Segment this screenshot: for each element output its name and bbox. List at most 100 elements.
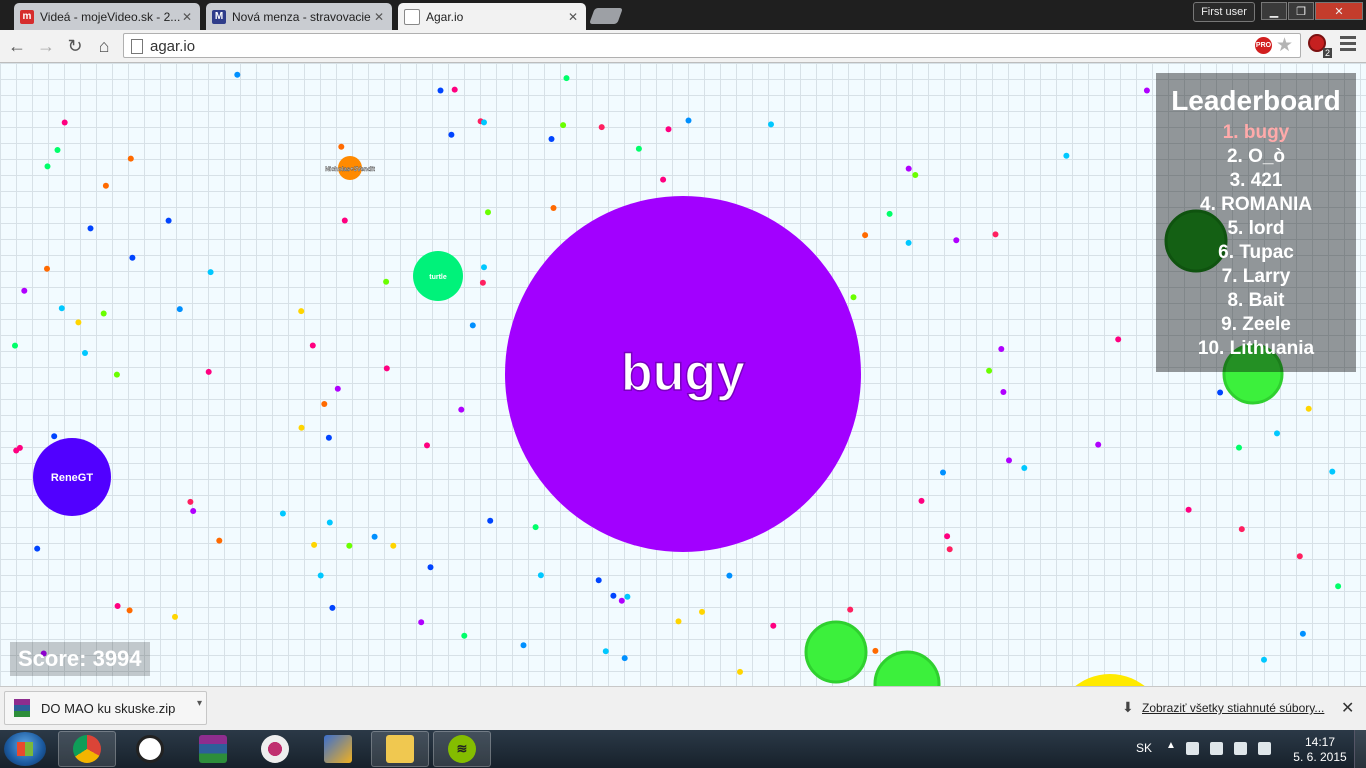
home-icon[interactable]: ⌂: [92, 34, 116, 58]
adblock-extension-icon[interactable]: 2: [1308, 34, 1332, 58]
food-pellet: [595, 577, 602, 584]
profile-button[interactable]: First user: [1193, 2, 1255, 22]
food-pellet: [532, 524, 539, 531]
food-pellet: [1021, 465, 1028, 471]
tab-close-icon[interactable]: ✕: [372, 10, 386, 24]
food-pellet: [12, 342, 18, 349]
food-pellet: [944, 533, 951, 540]
food-pellet: [886, 210, 893, 217]
flag-icon[interactable]: [1186, 742, 1199, 755]
clock-time: 14:17: [1304, 735, 1336, 749]
food-pellet: [737, 668, 743, 675]
close-icon[interactable]: ✕: [1341, 698, 1354, 718]
tab-close-icon[interactable]: ✕: [566, 10, 580, 24]
food-pellet: [1217, 389, 1224, 396]
food-pellet: [1006, 457, 1012, 464]
food-pellet: [675, 618, 682, 625]
game-canvas[interactable]: bugy ReneGT turtle Nicholas+3Vendit Lead…: [0, 63, 1366, 686]
food-pellet: [216, 537, 223, 544]
player-name-bugy: bugy: [621, 344, 745, 402]
food-pellet: [334, 385, 341, 392]
page-icon: [131, 39, 143, 54]
new-tab-button[interactable]: [589, 8, 623, 24]
show-all-downloads-link[interactable]: Zobraziť všetky stiahnuté súbory...: [1142, 701, 1324, 715]
food-pellet: [918, 497, 925, 504]
back-arrow-icon[interactable]: ←: [5, 34, 29, 58]
food-pellet: [309, 342, 316, 349]
food-pellet: [1000, 389, 1007, 395]
leaderboard-entry: 8. Bait: [1227, 290, 1285, 311]
tab-agario[interactable]: Agar.io ✕: [398, 3, 586, 30]
food-pellet: [1296, 553, 1303, 560]
food-pellet: [621, 655, 628, 662]
browser-toolbar: ← → ↻ ⌂ agar.io PRO ★ 2: [0, 30, 1366, 63]
tab-mojevideo[interactable]: m Videá - mojeVideo.sk - 2... ✕: [14, 3, 200, 30]
food-pellet: [114, 603, 121, 609]
extension-badge: 2: [1322, 48, 1332, 58]
close-window-icon[interactable]: ✕: [1315, 2, 1363, 20]
food-pellet: [329, 604, 336, 611]
tab-nova-menza[interactable]: M Nová menza - stravovacie ✕: [206, 3, 392, 30]
food-pellet: [383, 278, 390, 285]
spotify-icon: ≋: [448, 735, 476, 763]
winrar-archive-icon: [14, 699, 30, 717]
food-pellet: [317, 572, 324, 579]
food-pellet: [660, 176, 667, 183]
maximize-icon[interactable]: ❐: [1288, 2, 1314, 20]
show-hidden-icons-icon[interactable]: ▲: [1166, 740, 1176, 751]
food-pellet: [1095, 441, 1102, 448]
clock[interactable]: 14:17 5. 6. 2015: [1290, 735, 1350, 765]
food-pellet: [469, 322, 476, 329]
reload-icon[interactable]: ↻: [63, 34, 87, 58]
food-pellet: [326, 519, 333, 526]
food-pellet: [176, 306, 183, 313]
taskbar-spotify[interactable]: ≋: [433, 731, 491, 767]
download-shelf: DO MAO ku skuske.zip ▾ ⬇ Zobraziť všetky…: [0, 686, 1366, 731]
food-pellet: [44, 163, 51, 170]
tab-close-icon[interactable]: ✕: [180, 10, 194, 24]
download-item[interactable]: DO MAO ku skuske.zip ▾: [4, 691, 207, 725]
chevron-down-icon[interactable]: ▾: [197, 698, 202, 709]
start-button[interactable]: [4, 732, 46, 766]
taskbar-chrome[interactable]: [58, 731, 116, 767]
food-pellet: [205, 368, 212, 375]
pro-extension-icon[interactable]: PRO: [1255, 37, 1272, 54]
food-pellet: [82, 350, 88, 356]
power-icon[interactable]: [1210, 742, 1223, 755]
volume-icon[interactable]: [1234, 742, 1247, 755]
food-pellet: [427, 564, 434, 571]
food-pellet: [1274, 430, 1280, 437]
taskbar-winrar[interactable]: [184, 731, 242, 767]
hamburger-menu-icon[interactable]: [1340, 36, 1356, 54]
food-pellet: [279, 510, 286, 517]
food-pellet: [850, 294, 857, 301]
food-pellet: [912, 172, 919, 178]
food-pellet: [481, 119, 487, 126]
taskbar-explorer[interactable]: [371, 731, 429, 767]
network-icon[interactable]: [1258, 742, 1271, 755]
bookmark-star-icon[interactable]: ★: [1276, 34, 1293, 57]
taskbar-camera-app[interactable]: [246, 731, 304, 767]
leaderboard-entry: 2. O_ò: [1226, 146, 1286, 167]
taskbar-media-app[interactable]: [309, 731, 367, 767]
food-pellet: [1185, 506, 1192, 513]
browser-titlebar: m Videá - mojeVideo.sk - 2... ✕ M Nová m…: [0, 0, 1366, 30]
show-desktop-button[interactable]: [1354, 730, 1366, 768]
food-pellet: [953, 237, 960, 244]
food-pellet: [448, 131, 455, 138]
food-pellet: [190, 508, 197, 514]
forward-arrow-icon[interactable]: →: [34, 34, 58, 58]
minimize-icon[interactable]: ▁: [1261, 2, 1287, 20]
camera-icon: [261, 735, 289, 763]
food-pellet: [126, 607, 133, 614]
download-arrow-icon: ⬇: [1122, 699, 1134, 715]
enemy-cell: [1075, 674, 1145, 686]
taskbar-app-2[interactable]: [121, 731, 179, 767]
food-pellet: [44, 265, 50, 272]
address-bar[interactable]: agar.io PRO ★: [123, 33, 1301, 58]
leaderboard-entry: 10. Lithuania: [1197, 338, 1315, 359]
food-pellet: [390, 542, 397, 549]
language-indicator[interactable]: SK: [1136, 741, 1152, 755]
url-text[interactable]: agar.io: [150, 38, 195, 55]
food-pellet: [598, 124, 605, 131]
